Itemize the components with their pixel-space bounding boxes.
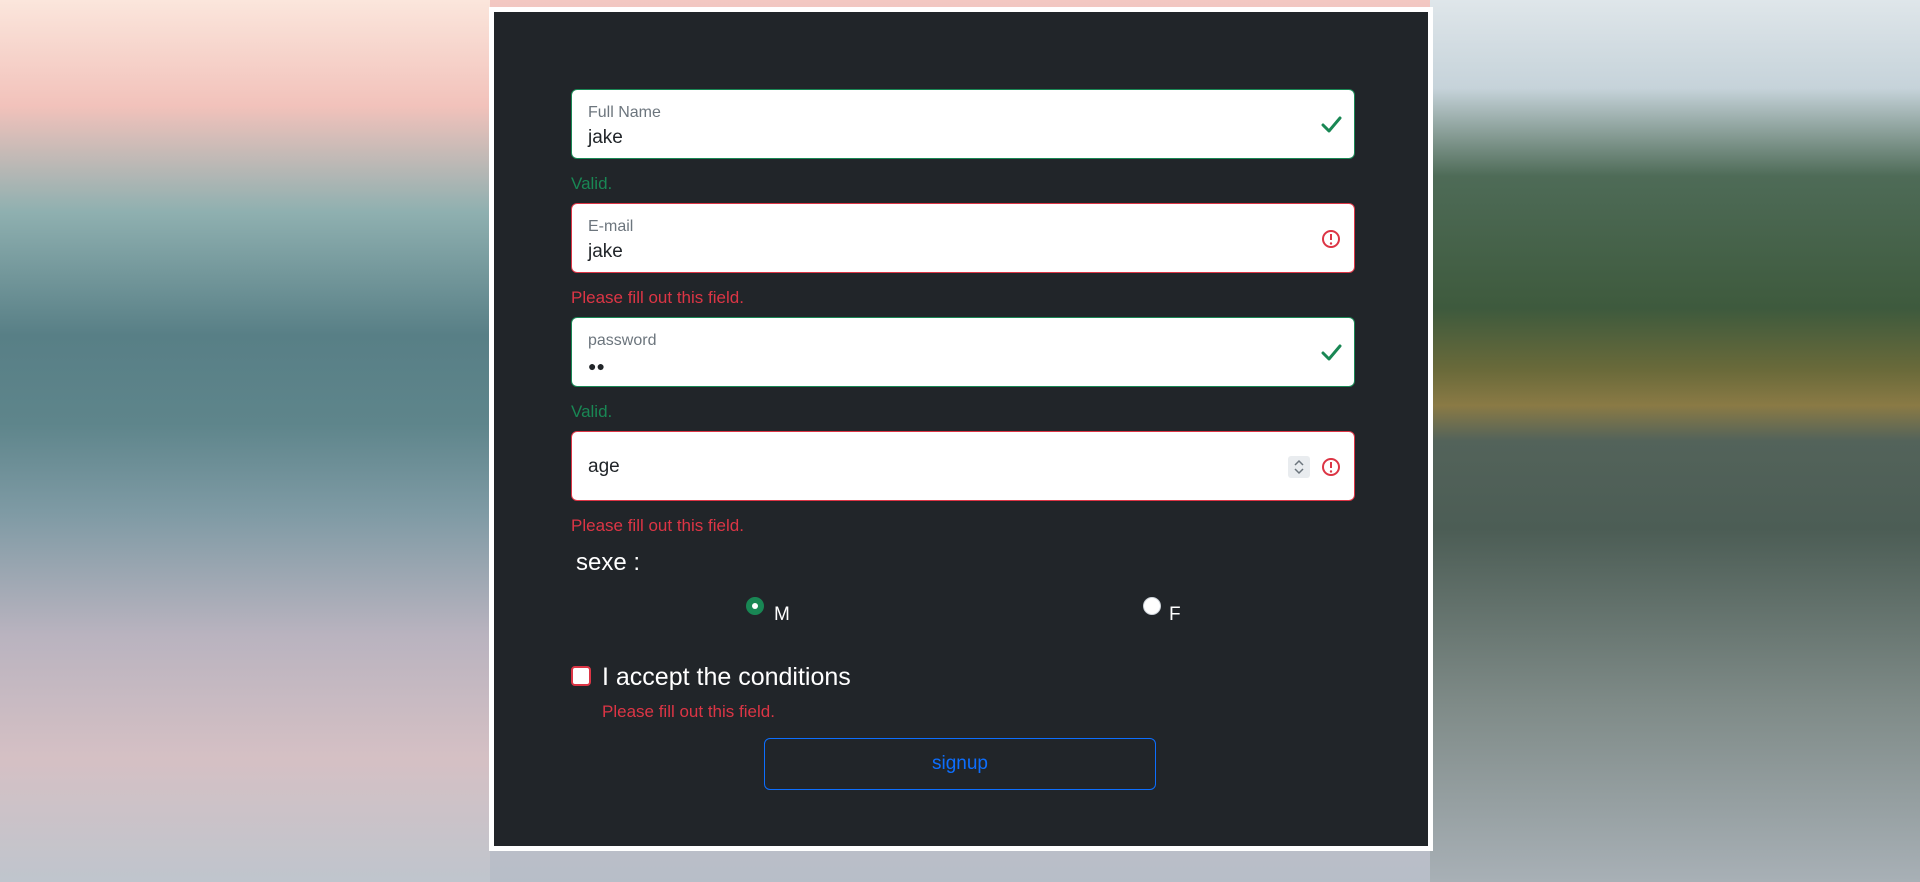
- password-field[interactable]: password ●●: [571, 317, 1355, 387]
- password-label: password: [588, 332, 657, 349]
- conditions-label[interactable]: I accept the conditions: [602, 663, 851, 692]
- exclamation-circle-icon: [1322, 230, 1340, 248]
- age-placeholder[interactable]: age: [588, 456, 620, 478]
- password-value[interactable]: ●●: [588, 358, 605, 374]
- radio-m[interactable]: [746, 597, 764, 615]
- radio-f[interactable]: [1143, 597, 1161, 615]
- radio-m-label: M: [774, 604, 790, 625]
- full-name-value[interactable]: jake: [588, 127, 623, 149]
- email-feedback: Please fill out this field.: [571, 288, 744, 307]
- number-spinner-icon[interactable]: [1288, 456, 1310, 478]
- background-forest-right: [1430, 0, 1920, 882]
- conditions-feedback: Please fill out this field.: [602, 702, 775, 721]
- signup-panel: Full Name jake Valid. E-mail jake Please…: [489, 7, 1433, 851]
- check-icon: [1321, 344, 1342, 361]
- check-icon: [1321, 116, 1342, 133]
- full-name-feedback: Valid.: [571, 174, 613, 193]
- background-lake-left: [0, 0, 490, 882]
- password-feedback: Valid.: [571, 402, 613, 421]
- signup-button[interactable]: signup: [764, 738, 1156, 790]
- radio-f-label: F: [1169, 604, 1181, 625]
- exclamation-circle-icon: [1322, 458, 1340, 476]
- full-name-field[interactable]: Full Name jake: [571, 89, 1355, 159]
- conditions-checkbox[interactable]: [571, 666, 591, 686]
- email-value[interactable]: jake: [588, 241, 623, 263]
- email-field[interactable]: E-mail jake: [571, 203, 1355, 273]
- sexe-label: sexe :: [576, 549, 641, 576]
- age-field[interactable]: age: [571, 431, 1355, 501]
- email-label: E-mail: [588, 218, 634, 235]
- full-name-label: Full Name: [588, 104, 661, 121]
- age-feedback: Please fill out this field.: [571, 516, 744, 535]
